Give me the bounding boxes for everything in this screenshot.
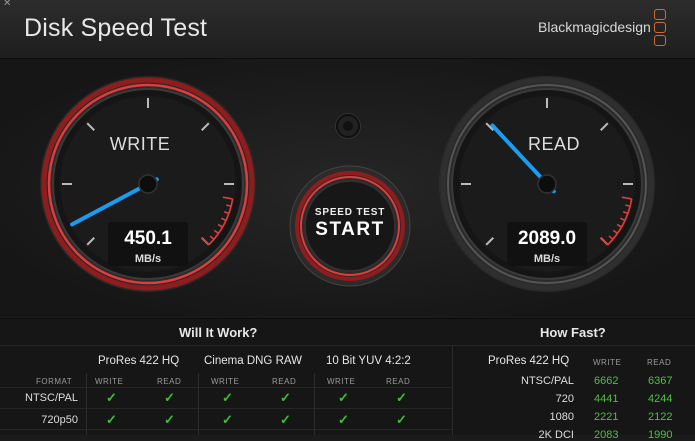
checkmark-icon: ✓ bbox=[338, 390, 349, 405]
divider bbox=[452, 345, 453, 435]
start-small-label: SPEED TEST bbox=[314, 207, 386, 218]
read-sub-label: READ bbox=[157, 377, 182, 386]
how-fast-read-value: 4244 bbox=[648, 393, 673, 405]
divider bbox=[198, 373, 199, 435]
checkmark-icon: ✓ bbox=[222, 390, 233, 405]
checkmark-icon: ✓ bbox=[280, 412, 291, 427]
write-value: 450.1 bbox=[124, 228, 172, 249]
how-fast-format: ProRes 422 HQ bbox=[488, 355, 570, 367]
divider bbox=[0, 408, 452, 409]
read-sub-label: READ bbox=[386, 377, 411, 386]
format-header: ProRes 422 HQ bbox=[98, 355, 180, 367]
checkmark-icon: ✓ bbox=[396, 390, 407, 405]
format-column-label: FORMAT bbox=[36, 377, 73, 386]
how-fast-write-value: 4441 bbox=[594, 393, 619, 405]
format-header: 10 Bit YUV 4:2:2 bbox=[326, 355, 411, 367]
checkmark-icon: ✓ bbox=[222, 412, 233, 427]
read-label: READ bbox=[527, 134, 580, 154]
how-fast-row-label: NTSC/PAL bbox=[521, 375, 574, 387]
app-title: Disk Speed Test bbox=[24, 14, 208, 42]
checkmark-icon: ✓ bbox=[106, 412, 117, 427]
settings-knob-icon[interactable] bbox=[336, 114, 360, 138]
checkmark-icon: ✓ bbox=[164, 412, 175, 427]
how-fast-read-value: 2122 bbox=[648, 411, 673, 423]
format-header: Cinema DNG RAW bbox=[204, 355, 302, 367]
checkmark-icon: ✓ bbox=[396, 412, 407, 427]
title-bar: ✕ Disk Speed Test Blackmagicdesign bbox=[0, 0, 695, 59]
divider bbox=[0, 387, 452, 388]
how-fast-title: How Fast? bbox=[540, 325, 606, 340]
blackmagic-logo-icon bbox=[654, 9, 666, 47]
read-value: 2089.0 bbox=[517, 228, 577, 249]
how-fast-read-value: 1990 bbox=[648, 429, 673, 441]
checkmark-icon: ✓ bbox=[338, 412, 349, 427]
how-fast-write-value: 6662 bbox=[594, 375, 619, 387]
results-panel: Will It Work? How Fast? ProRes 422 HQ Ci… bbox=[0, 318, 695, 441]
divider bbox=[86, 373, 87, 435]
write-label: WRITE bbox=[109, 134, 171, 154]
read-unit: MB/s bbox=[533, 253, 561, 265]
how-fast-row-label: 1080 bbox=[549, 411, 574, 423]
write-sub-label: WRITE bbox=[95, 377, 124, 386]
how-fast-row-label: 2K DCI bbox=[538, 429, 574, 441]
checkmark-icon: ✓ bbox=[106, 390, 117, 405]
brand-name: Blackmagicdesign bbox=[538, 19, 651, 35]
row-label: NTSC/PAL bbox=[25, 392, 78, 404]
how-fast-write-value: 2083 bbox=[594, 429, 619, 441]
write-unit: MB/s bbox=[134, 253, 162, 265]
will-it-work-title: Will It Work? bbox=[179, 325, 258, 340]
divider bbox=[0, 429, 452, 430]
how-fast-write-value: 2221 bbox=[594, 411, 619, 423]
row-label: 720p50 bbox=[41, 414, 78, 426]
write-sub-label: WRITE bbox=[211, 377, 240, 386]
how-fast-row-label: 720 bbox=[555, 393, 574, 405]
close-icon[interactable]: ✕ bbox=[3, 0, 11, 9]
divider bbox=[314, 373, 315, 435]
write-sub-label: WRITE bbox=[327, 377, 356, 386]
read-sub-label: READ bbox=[647, 358, 672, 367]
write-sub-label: WRITE bbox=[593, 358, 622, 367]
divider bbox=[0, 345, 695, 346]
how-fast-read-value: 6367 bbox=[648, 375, 673, 387]
checkmark-icon: ✓ bbox=[164, 390, 175, 405]
read-sub-label: READ bbox=[272, 377, 297, 386]
start-big-label: START bbox=[315, 219, 385, 240]
checkmark-icon: ✓ bbox=[280, 390, 291, 405]
